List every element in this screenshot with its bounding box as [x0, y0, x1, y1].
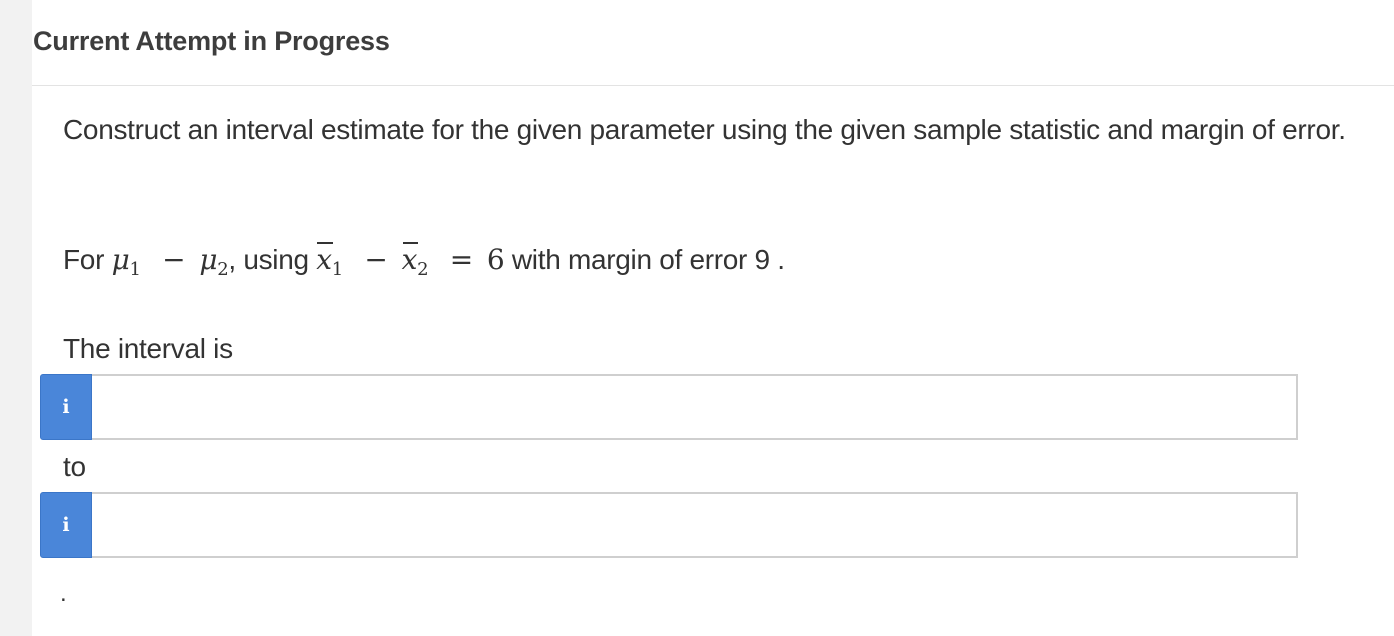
- problem-statement: For μ1 − μ2, using x1 − x2 = 6 with margin …: [63, 238, 785, 292]
- question-instruction: Construct an interval estimate for the g…: [63, 114, 1346, 145]
- lower-bound-input[interactable]: [92, 374, 1298, 440]
- xbar-symbol-2: x: [402, 238, 418, 282]
- lower-bound-row: i: [40, 374, 1298, 440]
- info-button-lower[interactable]: i: [40, 374, 92, 440]
- equals-operator: =: [449, 243, 473, 276]
- problem-suffix: with margin of error 9 .: [511, 244, 785, 275]
- using-text: , using: [228, 244, 309, 275]
- minus-operator-2: −: [364, 243, 388, 276]
- upper-bound-row: i: [40, 492, 1298, 558]
- interval-label: The interval is: [63, 333, 233, 364]
- mu-symbol-1: μ: [111, 243, 130, 276]
- info-icon: i: [62, 396, 70, 418]
- problem-prefix: For: [63, 244, 105, 275]
- header: Current Attempt in Progress: [32, 0, 1394, 86]
- to-label: to: [63, 451, 86, 482]
- upper-bound-input[interactable]: [92, 492, 1298, 558]
- subscript-4: 2: [417, 259, 429, 280]
- minus-operator-1: −: [162, 243, 186, 276]
- trailing-period: .: [60, 580, 67, 607]
- difference-value: 6: [486, 243, 505, 276]
- mu-symbol-2: μ: [199, 243, 218, 276]
- page-title: Current Attempt in Progress: [33, 26, 390, 56]
- subscript-1: 1: [129, 259, 141, 280]
- xbar-symbol-1: x: [316, 238, 333, 282]
- subscript-2: 2: [217, 259, 229, 280]
- subscript-3: 1: [331, 259, 343, 280]
- info-icon: i: [62, 514, 70, 536]
- info-button-upper[interactable]: i: [40, 492, 92, 558]
